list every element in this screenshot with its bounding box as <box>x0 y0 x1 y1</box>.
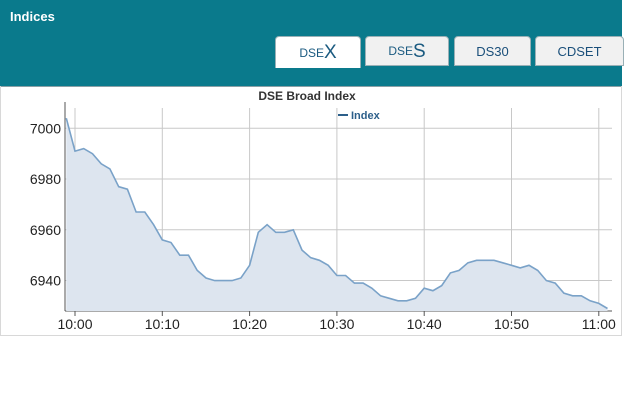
tab-dsex-suffix: X <box>324 42 337 63</box>
tab-cdset-label: CDSET <box>557 43 602 59</box>
x-tick-label: 10:20 <box>232 316 267 332</box>
tab-dses-prefix: DSE <box>388 44 413 58</box>
y-tick-label: 6940 <box>30 273 61 289</box>
index-chart: 6940 6960 6980 7000 10:00 10:10 10:20 10:30 10:4… <box>30 89 616 332</box>
x-tick-label: 10:40 <box>407 316 442 332</box>
chart-title: DSE Broad Index <box>258 89 356 103</box>
x-tick-label: 10:10 <box>145 316 180 332</box>
x-tick-label: 10:50 <box>494 316 529 332</box>
indices-header: Indices DSE X DSE S DS30 CDSET <box>0 0 624 87</box>
legend-label: Index <box>351 110 381 122</box>
header-title: Indices <box>10 9 55 24</box>
x-tick-label: 10:00 <box>57 316 92 332</box>
tab-dsex-prefix: DSE <box>299 45 324 60</box>
tab-ds30-label: DS30 <box>476 43 509 59</box>
y-tick-label: 6960 <box>30 222 61 238</box>
tab-dsex[interactable]: DSE X <box>275 36 361 68</box>
tab-ds30[interactable]: DS30 <box>454 36 531 66</box>
tab-cdset[interactable]: CDSET <box>535 36 624 66</box>
y-tick-label: 6980 <box>30 171 61 187</box>
chart-panel: 6940 6960 6980 7000 10:00 10:10 10:20 10:30 10:4… <box>0 86 622 336</box>
y-tick-label: 7000 <box>30 120 61 136</box>
tab-dses-suffix: S <box>413 40 426 62</box>
tab-dses[interactable]: DSE S <box>365 36 449 66</box>
x-tick-label: 10:30 <box>319 316 354 332</box>
x-tick-label: 11:00 <box>582 316 616 332</box>
